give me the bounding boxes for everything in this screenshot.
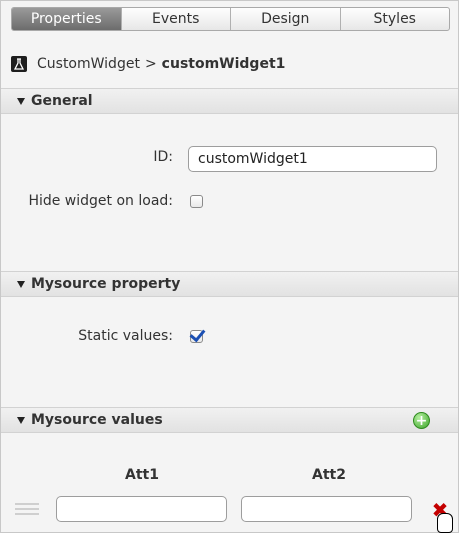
id-input[interactable] [188, 146, 437, 172]
section-mysource-values-title: Mysource values [31, 412, 163, 428]
flask-icon [11, 56, 27, 72]
hand-cursor-icon [437, 513, 453, 533]
hide-widget-label: Hide widget on load: [28, 193, 173, 209]
static-values-label: Static values: [78, 328, 173, 344]
drag-handle-icon[interactable] [15, 503, 39, 517]
column-header-att1: Att1 [125, 467, 159, 483]
collapse-triangle-icon [17, 416, 25, 424]
collapse-triangle-icon [17, 97, 25, 105]
breadcrumb-separator: > [144, 56, 157, 72]
section-mysource-values-header[interactable]: Mysource values + [1, 407, 458, 433]
section-mysource-property-title: Mysource property [31, 276, 181, 292]
breadcrumb: CustomWidget > customWidget1 [11, 54, 285, 74]
tab-bar: Properties Events Design Styles [11, 7, 450, 31]
tab-properties[interactable]: Properties [12, 8, 121, 30]
static-values-checkbox[interactable] [190, 330, 203, 343]
hide-widget-checkbox[interactable] [190, 195, 203, 208]
column-header-att2: Att2 [312, 467, 346, 483]
tab-design[interactable]: Design [230, 8, 340, 30]
section-general-title: General [31, 93, 93, 109]
att1-input[interactable] [56, 496, 227, 522]
breadcrumb-widget-type: CustomWidget [37, 56, 140, 72]
section-mysource-property-header[interactable]: Mysource property [1, 271, 458, 297]
collapse-triangle-icon [17, 280, 25, 288]
id-label: ID: [153, 149, 173, 165]
section-general-header[interactable]: General [1, 88, 458, 114]
add-value-icon[interactable]: + [413, 412, 430, 429]
properties-panel: Properties Events Design Styles CustomWi… [0, 0, 459, 533]
tab-styles[interactable]: Styles [339, 8, 450, 30]
tab-events[interactable]: Events [120, 8, 231, 30]
att2-input[interactable] [241, 496, 412, 522]
breadcrumb-widget-name: customWidget1 [161, 56, 286, 72]
